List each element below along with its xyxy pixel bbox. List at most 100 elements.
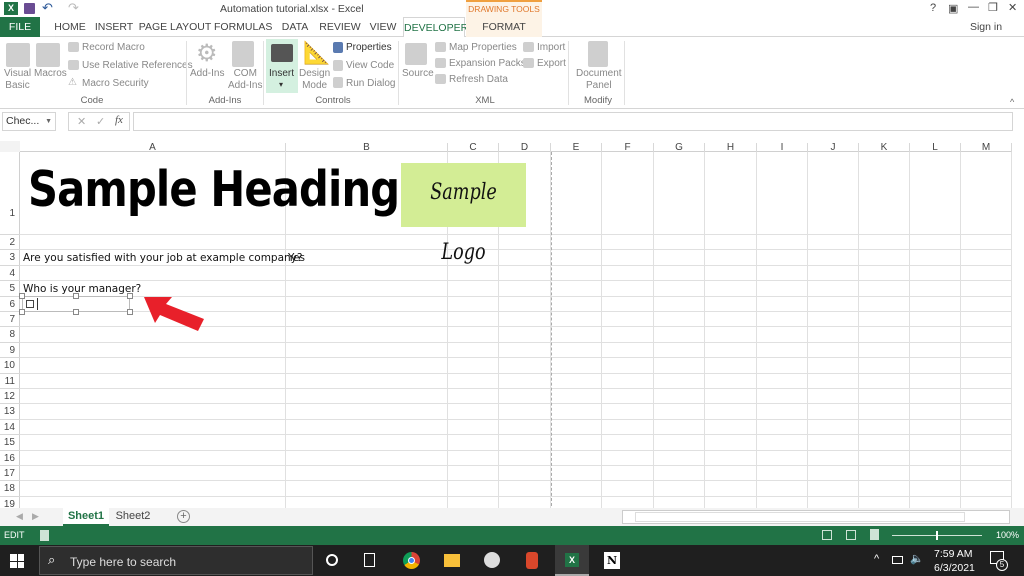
chrome-icon[interactable] xyxy=(403,552,420,569)
zoom-level[interactable]: 100% xyxy=(996,530,1019,540)
horizontal-scrollbar[interactable] xyxy=(622,510,1010,524)
visual-basic-button[interactable]: Visual Basic xyxy=(4,68,31,92)
add-ins-button[interactable]: Add-Ins xyxy=(190,68,224,79)
resize-handle[interactable] xyxy=(73,293,79,299)
collapse-ribbon-icon[interactable]: ^ xyxy=(1010,97,1014,107)
enter-icon[interactable]: ✓ xyxy=(96,115,105,128)
file-explorer-icon[interactable] xyxy=(444,554,460,567)
row-header-12[interactable]: 12 xyxy=(0,389,20,405)
row-header-2[interactable]: 2 xyxy=(0,235,20,251)
column-header-G[interactable]: G xyxy=(654,143,705,153)
insert-function-icon[interactable]: fx xyxy=(115,114,123,126)
document-panel-button[interactable]: Document Panel xyxy=(576,68,622,92)
clock-time[interactable]: 7:59 AM xyxy=(934,548,973,560)
add-sheet-button[interactable]: + xyxy=(177,510,190,523)
checkbox-label[interactable] xyxy=(37,298,38,310)
tab-format[interactable]: FORMAT xyxy=(466,17,542,37)
resize-handle[interactable] xyxy=(19,293,25,299)
resize-handle[interactable] xyxy=(19,309,25,315)
record-macro-button[interactable]: Record Macro xyxy=(82,42,145,53)
minimize-button[interactable]: — xyxy=(968,1,979,13)
row-header-3[interactable]: 3 xyxy=(0,250,20,266)
zoom-slider[interactable] xyxy=(892,531,982,540)
resize-handle[interactable] xyxy=(127,293,133,299)
page-break-view-icon[interactable] xyxy=(870,529,879,540)
row-header-10[interactable]: 10 xyxy=(0,358,20,374)
notion-icon[interactable]: N xyxy=(604,552,620,569)
normal-view-icon[interactable] xyxy=(822,530,832,540)
relative-references-button[interactable]: Use Relative References xyxy=(82,60,193,71)
properties-button[interactable]: Properties xyxy=(346,42,392,53)
help-button[interactable]: ? xyxy=(930,2,936,14)
paint-icon[interactable] xyxy=(484,552,500,568)
sheet-tab-sheet1[interactable]: Sheet1 xyxy=(63,508,109,526)
macros-button[interactable]: Macros xyxy=(34,68,67,79)
column-header-F[interactable]: F xyxy=(602,143,654,153)
sign-in-link[interactable]: Sign in xyxy=(968,17,1004,37)
row-header-17[interactable]: 17 xyxy=(0,466,20,482)
snipping-tool-icon[interactable] xyxy=(526,552,538,569)
cancel-icon[interactable]: ✕ xyxy=(77,115,86,128)
scroll-left-icon[interactable]: ◀ xyxy=(16,511,23,522)
show-hidden-icons[interactable]: ^ xyxy=(874,553,879,565)
column-header-E[interactable]: E xyxy=(551,143,602,153)
column-header-H[interactable]: H xyxy=(705,143,757,153)
column-header-K[interactable]: K xyxy=(859,143,910,153)
tab-formulas[interactable]: FORMULAS xyxy=(214,17,272,37)
tab-data[interactable]: DATA xyxy=(276,17,314,37)
view-code-button[interactable]: View Code xyxy=(346,60,394,71)
cell-a5[interactable]: Who is your manager? xyxy=(23,283,141,295)
row-header-11[interactable]: 11 xyxy=(0,374,20,389)
redo-icon[interactable]: ↷ xyxy=(68,0,79,16)
undo-icon[interactable]: ↶ xyxy=(42,0,53,16)
column-header-I[interactable]: I xyxy=(757,143,808,153)
restore-button[interactable]: ❐ xyxy=(988,1,998,14)
name-box[interactable]: Chec... ▼ xyxy=(2,112,56,131)
tab-file[interactable]: FILE xyxy=(0,17,40,37)
tab-page-layout[interactable]: PAGE LAYOUT xyxy=(138,17,212,37)
map-properties-button[interactable]: Map Properties xyxy=(449,42,517,53)
column-header-J[interactable]: J xyxy=(808,143,859,153)
resize-handle[interactable] xyxy=(127,309,133,315)
resize-handle[interactable] xyxy=(73,309,79,315)
expansion-packs-button[interactable]: Expansion Packs xyxy=(449,58,526,69)
save-icon[interactable] xyxy=(24,3,35,14)
excel-taskbar-icon[interactable]: X xyxy=(555,545,589,576)
row-header-8[interactable]: 8 xyxy=(0,327,20,343)
com-add-ins-button[interactable]: COM Add-Ins xyxy=(228,68,262,92)
cell-b3[interactable]: Yes xyxy=(288,252,305,264)
battery-icon[interactable] xyxy=(892,556,903,564)
scroll-right-icon[interactable]: ▶ xyxy=(32,511,39,522)
row-header-16[interactable]: 16 xyxy=(0,451,20,466)
column-header-C[interactable]: C xyxy=(448,143,499,153)
taskbar-search-box[interactable]: ⌕ Type here to search xyxy=(39,546,313,575)
tab-developer[interactable]: DEVELOPER xyxy=(403,17,468,38)
row-header-5[interactable]: 5 xyxy=(0,281,20,297)
source-button[interactable]: Source xyxy=(402,68,434,79)
tab-review[interactable]: REVIEW xyxy=(316,17,364,37)
row-header-1[interactable]: 1 xyxy=(0,152,20,235)
ribbon-display-button[interactable]: ▣ xyxy=(948,2,958,15)
row-header-15[interactable]: 15 xyxy=(0,435,20,451)
column-header-D[interactable]: D xyxy=(499,143,551,153)
tab-insert[interactable]: INSERT xyxy=(92,17,136,37)
tab-view[interactable]: VIEW xyxy=(364,17,402,37)
tab-home[interactable]: HOME xyxy=(48,17,92,37)
page-layout-view-icon[interactable] xyxy=(846,530,856,540)
design-mode-button[interactable]: Design Mode xyxy=(299,68,330,92)
task-view-icon[interactable] xyxy=(364,553,375,567)
import-button[interactable]: Import xyxy=(537,42,565,53)
insert-controls-button[interactable]: Insert ▾ xyxy=(266,39,298,93)
cell-a3[interactable]: Are you satisfied with your job at examp… xyxy=(23,252,302,264)
row-header-6[interactable]: 6 xyxy=(0,297,20,312)
sample-logo[interactable]: Sample Logo xyxy=(401,163,526,265)
row-header-13[interactable]: 13 xyxy=(0,404,20,420)
refresh-data-button[interactable]: Refresh Data xyxy=(449,74,508,85)
sheet-tab-sheet2[interactable]: Sheet2 xyxy=(112,508,154,526)
export-button[interactable]: Export xyxy=(537,58,566,69)
row-header-14[interactable]: 14 xyxy=(0,420,20,436)
checkbox-icon[interactable] xyxy=(26,300,34,308)
row-header-9[interactable]: 9 xyxy=(0,343,20,359)
cortana-icon[interactable] xyxy=(326,554,338,566)
row-header-7[interactable]: 7 xyxy=(0,312,20,328)
